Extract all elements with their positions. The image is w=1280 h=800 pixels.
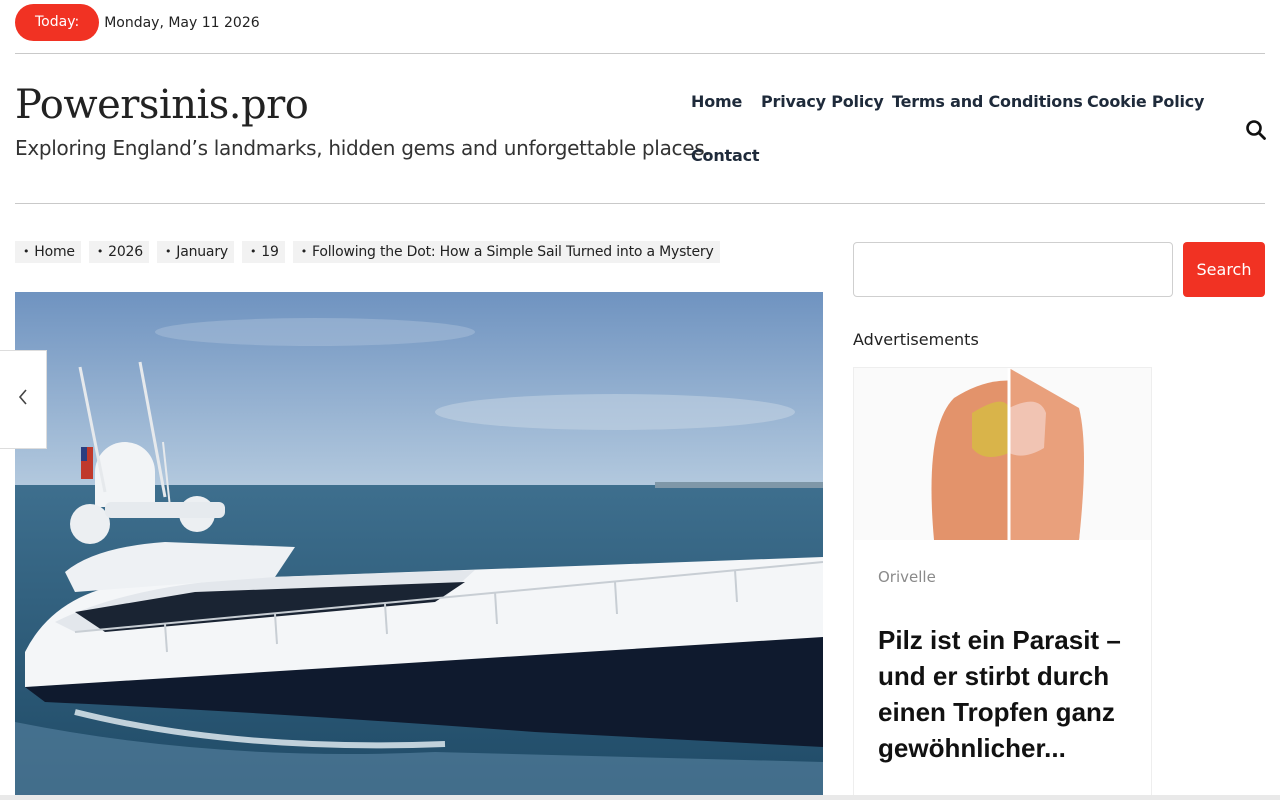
top-bar: Today: Monday, May 11 2026 (15, 4, 260, 41)
header-divider (15, 203, 1265, 204)
search-button[interactable]: Search (1183, 242, 1265, 297)
ad-image-toenail[interactable] (854, 368, 1151, 540)
nav-privacy-policy[interactable]: Privacy Policy (761, 92, 884, 111)
top-divider (15, 53, 1265, 54)
chevron-left-icon (17, 388, 29, 411)
current-date: Monday, May 11 2026 (104, 14, 260, 31)
breadcrumb-item-month[interactable]: January (156, 241, 234, 263)
ad-headline[interactable]: Pilz ist ein Parasit – und er stirbt dur… (878, 622, 1138, 766)
ad-card[interactable]: Orivelle Pilz ist ein Parasit – und er s… (853, 367, 1152, 800)
nav-terms-and-conditions[interactable]: Terms and Conditions (892, 92, 1083, 111)
breadcrumb-item-home[interactable]: Home (15, 241, 81, 263)
breadcrumb-item-current: Following the Dot: How a Simple Sail Tur… (292, 241, 720, 263)
search-input[interactable] (853, 242, 1173, 297)
ad-brand: Orivelle (878, 568, 936, 586)
nav-contact[interactable]: Contact (691, 146, 760, 165)
breadcrumb-item-year[interactable]: 2026 (88, 241, 149, 263)
featured-image-yacht (15, 292, 823, 795)
breadcrumb-item-day[interactable]: 19 (241, 241, 285, 263)
advertisements-label: Advertisements (853, 330, 979, 349)
breadcrumb: Home 2026 January 19 Following the Dot: … (15, 241, 720, 263)
nav-home[interactable]: Home (691, 92, 742, 111)
bottom-scroll-strip (0, 795, 1280, 800)
today-badge: Today: (15, 4, 100, 41)
site-tagline: Exploring England’s landmarks, hidden ge… (15, 136, 711, 160)
nav-cookie-policy[interactable]: Cookie Policy (1087, 92, 1204, 111)
prev-post-button[interactable] (0, 350, 47, 449)
search-icon[interactable] (1245, 119, 1267, 141)
site-title[interactable]: Powersinis.pro (15, 82, 309, 128)
